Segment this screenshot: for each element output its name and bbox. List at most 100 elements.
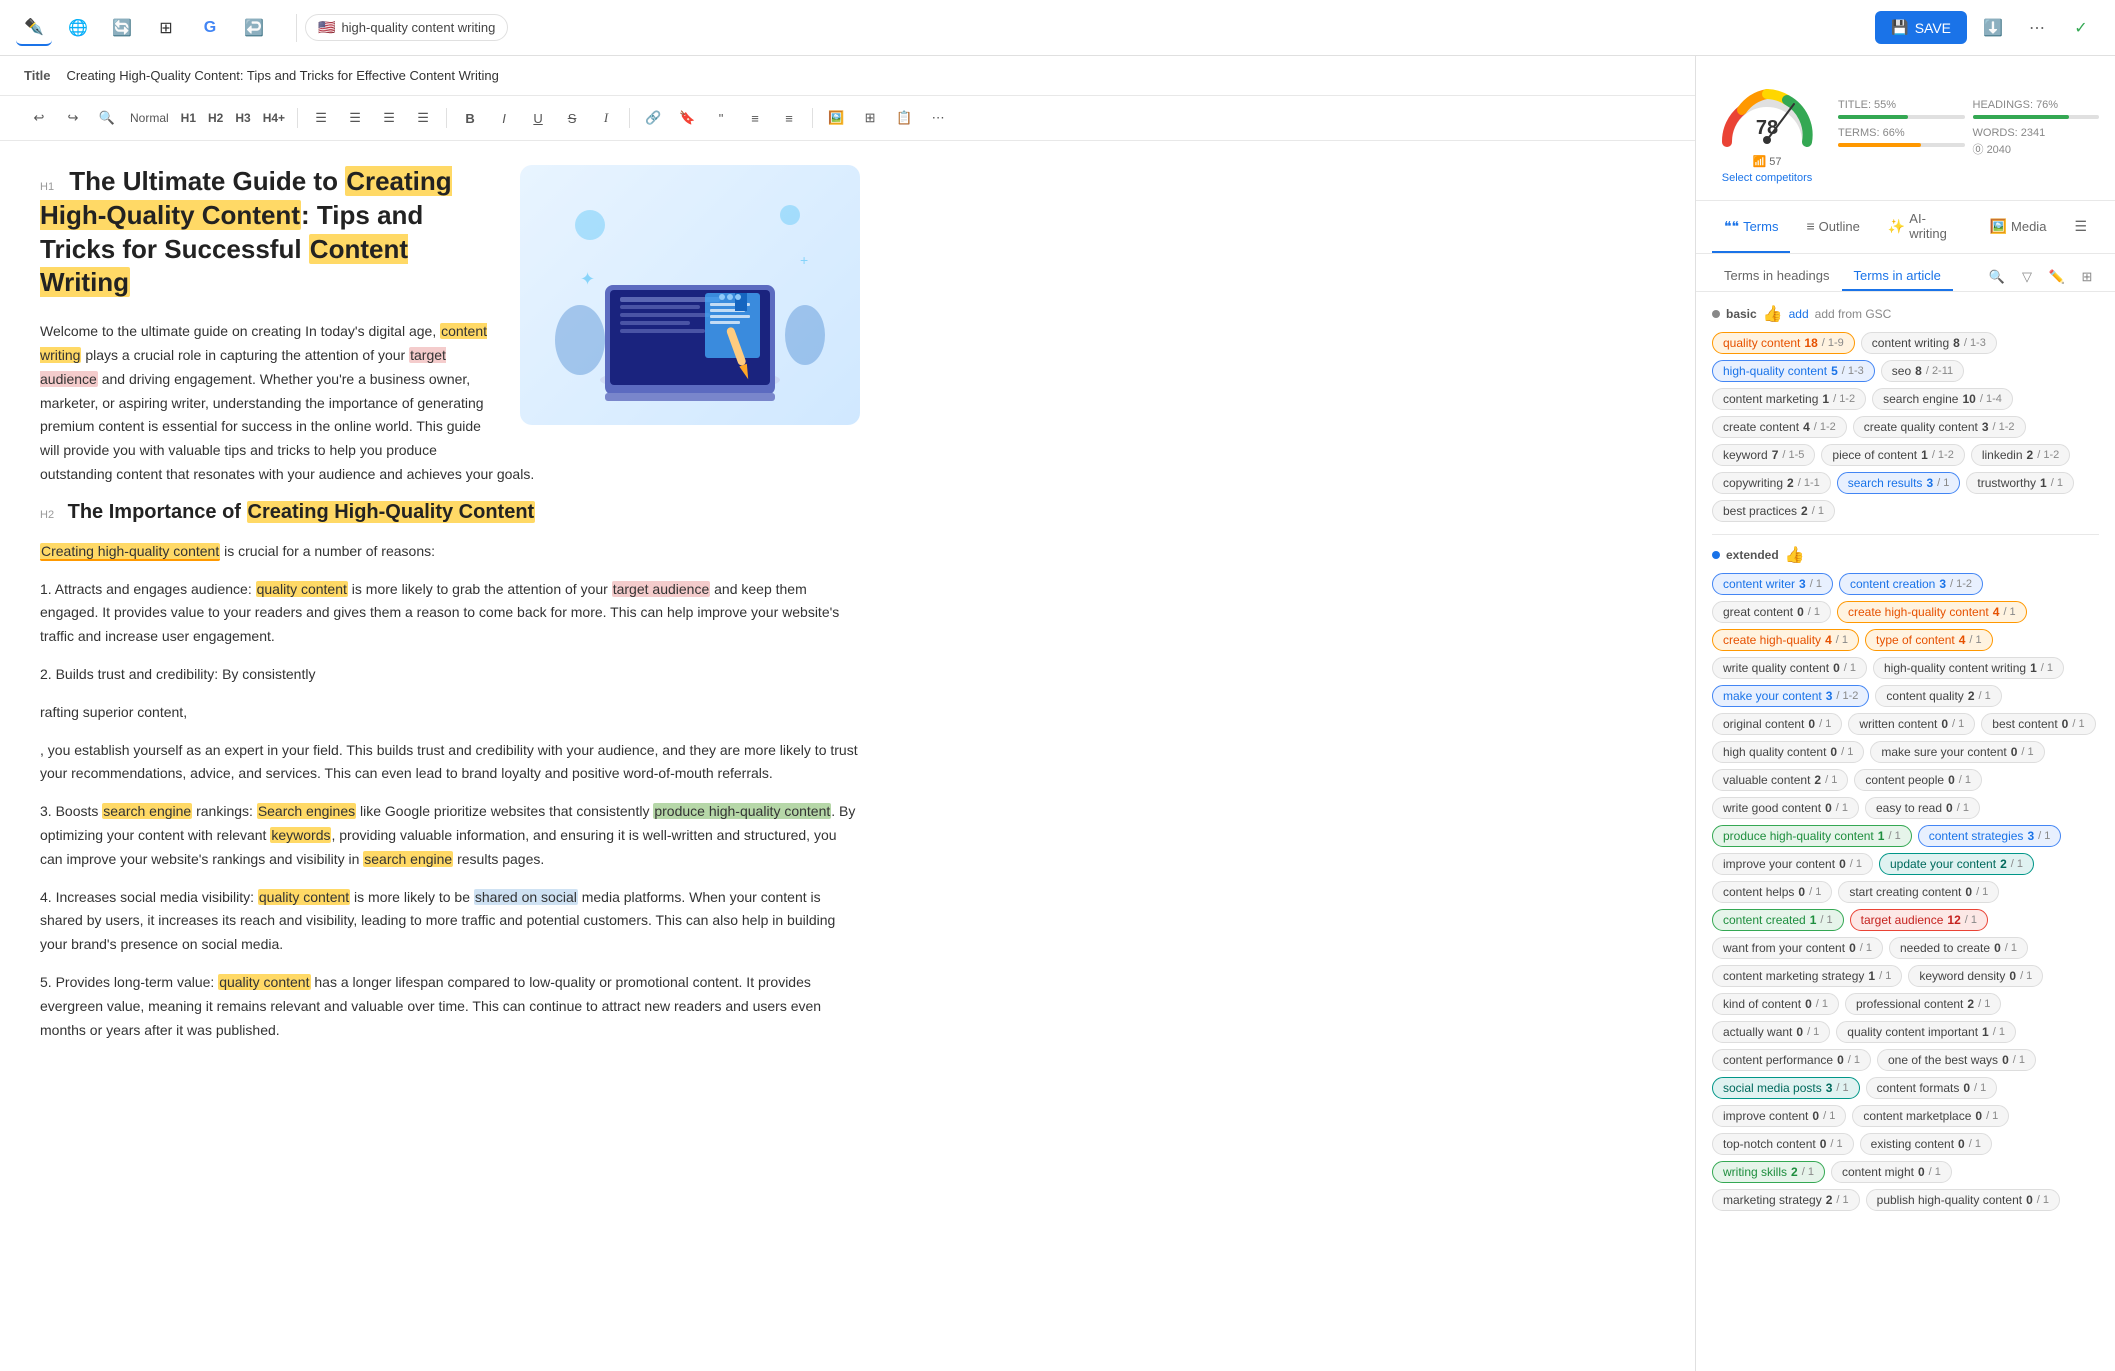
tag-want-from[interactable]: want from your content 0 / 1: [1712, 937, 1883, 959]
google-icon[interactable]: G: [192, 10, 228, 46]
para-4[interactable]: 4. Increases social media visibility: qu…: [40, 886, 860, 957]
h4-btn[interactable]: H4+: [259, 109, 289, 127]
tag-target-audience[interactable]: target audience 12 / 1: [1850, 909, 1988, 931]
tag-content-marketplace[interactable]: content marketplace 0 / 1: [1852, 1105, 2009, 1127]
search-btn[interactable]: 🔍: [92, 104, 122, 132]
tag-hq-writing[interactable]: high-quality content writing 1 / 1: [1873, 657, 2064, 679]
tag-create-hq-content[interactable]: create high-quality content 4 / 1: [1837, 601, 2027, 623]
copy-btn[interactable]: 📋: [889, 104, 919, 132]
para-2[interactable]: 2. Builds trust and credibility: By cons…: [40, 663, 860, 687]
tag-search-engine[interactable]: search engine 10 / 1-4: [1872, 388, 2013, 410]
para-intro[interactable]: Creating high-quality content is crucial…: [40, 540, 860, 564]
para-5[interactable]: 5. Provides long-term value: quality con…: [40, 971, 860, 1042]
tag-cms[interactable]: content marketing strategy 1 / 1: [1712, 965, 1902, 987]
tag-publish-hq[interactable]: publish high-quality content 0 / 1: [1866, 1189, 2060, 1211]
tab-media[interactable]: 🖼️ Media: [1978, 201, 2059, 253]
grid-icon[interactable]: ⊞: [148, 10, 184, 46]
tag-create-quality[interactable]: create quality content 3 / 1-2: [1853, 416, 2026, 438]
tag-update-your[interactable]: update your content 2 / 1: [1879, 853, 2034, 875]
align-center-btn[interactable]: ☰: [340, 104, 370, 132]
search-filter-icon[interactable]: 🔍: [1985, 265, 2009, 289]
tag-qc-important[interactable]: quality content important 1 / 1: [1836, 1021, 2016, 1043]
tag-quality-content[interactable]: quality content 18 / 1-9: [1712, 332, 1855, 354]
justify-btn[interactable]: ☰: [408, 104, 438, 132]
tab-settings[interactable]: ☰: [2062, 201, 2099, 253]
link-btn[interactable]: 🔗: [638, 104, 668, 132]
tag-improve-your[interactable]: improve your content 0 / 1: [1712, 853, 1873, 875]
tag-best-practices[interactable]: best practices 2 / 1: [1712, 500, 1835, 522]
tag-marketing-strategy[interactable]: marketing strategy 2 / 1: [1712, 1189, 1860, 1211]
h2-btn[interactable]: H2: [204, 109, 227, 127]
tag-best-content[interactable]: best content 0 / 1: [1981, 713, 2095, 735]
tag-writing-skills[interactable]: writing skills 2 / 1: [1712, 1161, 1825, 1183]
more-format-btn[interactable]: ⋯: [923, 104, 953, 132]
tag-content-people[interactable]: content people 0 / 1: [1854, 769, 1982, 791]
tag-search-results[interactable]: search results 3 / 1: [1837, 472, 1961, 494]
extended-emoji[interactable]: 👍: [1785, 545, 1805, 565]
align-right-btn[interactable]: ☰: [374, 104, 404, 132]
tag-content-helps[interactable]: content helps 0 / 1: [1712, 881, 1832, 903]
underline-btn[interactable]: U: [523, 104, 553, 132]
tag-social-media-posts[interactable]: social media posts 3 / 1: [1712, 1077, 1860, 1099]
para-2c[interactable]: , you establish yourself as an expert in…: [40, 739, 860, 787]
tag-trustworthy[interactable]: trustworthy 1 / 1: [1966, 472, 2074, 494]
tag-write-quality[interactable]: write quality content 0 / 1: [1712, 657, 1867, 679]
competitors-link[interactable]: Select competitors: [1712, 172, 1822, 184]
tag-great-content[interactable]: great content 0 / 1: [1712, 601, 1831, 623]
save-button[interactable]: 💾 SAVE: [1875, 11, 1967, 44]
image-btn[interactable]: 🖼️: [821, 104, 851, 132]
tag-existing-content[interactable]: existing content 0 / 1: [1860, 1133, 1992, 1155]
history-icon[interactable]: ↩️: [236, 10, 272, 46]
table-btn[interactable]: ⊞: [855, 104, 885, 132]
tag-piece-of-content[interactable]: piece of content 1 / 1-2: [1821, 444, 1964, 466]
tag-make-your-content[interactable]: make your content 3 / 1-2: [1712, 685, 1869, 707]
download-icon[interactable]: ⬇️: [1975, 10, 2011, 46]
add-gsc-link[interactable]: add from GSC: [1815, 307, 1892, 321]
subtab-article[interactable]: Terms in article: [1842, 262, 1953, 291]
subtab-headings[interactable]: Terms in headings: [1712, 262, 1842, 291]
tag-kind-of-content[interactable]: kind of content 0 / 1: [1712, 993, 1839, 1015]
style-select[interactable]: Normal: [126, 109, 173, 127]
columns-icon[interactable]: ⊞: [2075, 265, 2099, 289]
tag-content-writing[interactable]: content writing 8 / 1-3: [1861, 332, 1997, 354]
title-value[interactable]: Creating High-Quality Content: Tips and …: [67, 68, 499, 83]
basic-emoji[interactable]: 👍: [1763, 304, 1783, 324]
tag-content-marketing[interactable]: content marketing 1 / 1-2: [1712, 388, 1866, 410]
tag-content-strategies[interactable]: content strategies 3 / 1: [1918, 825, 2062, 847]
tag-original-content[interactable]: original content 0 / 1: [1712, 713, 1842, 735]
refresh-icon[interactable]: 🔄: [104, 10, 140, 46]
tag-easy-to-read[interactable]: easy to read 0 / 1: [1865, 797, 1980, 819]
numbered-list-btn[interactable]: ≡: [774, 104, 804, 132]
filter-icon[interactable]: ▽: [2015, 265, 2039, 289]
strikethrough-btn[interactable]: S: [557, 104, 587, 132]
tag-seo[interactable]: seo 8 / 2-11: [1881, 360, 1964, 382]
h3-btn[interactable]: H3: [231, 109, 254, 127]
redo-btn[interactable]: ↪: [58, 104, 88, 132]
tag-valuable-content[interactable]: valuable content 2 / 1: [1712, 769, 1848, 791]
tag-kw-density[interactable]: keyword density 0 / 1: [1908, 965, 2043, 987]
tag-type-of-content[interactable]: type of content 4 / 1: [1865, 629, 1993, 651]
tag-start-creating[interactable]: start creating content 0 / 1: [1838, 881, 1999, 903]
edit-icon[interactable]: ✏️: [2045, 265, 2069, 289]
para-2b[interactable]: rafting superior content,: [40, 701, 860, 725]
tab-outline[interactable]: ≡ Outline: [1794, 201, 1871, 253]
tag-content-creation[interactable]: content creation 3 / 1-2: [1839, 573, 1983, 595]
check-icon[interactable]: ✓: [2063, 10, 2099, 46]
tag-content-created[interactable]: content created 1 / 1: [1712, 909, 1844, 931]
tag-create-hq[interactable]: create high-quality 4 / 1: [1712, 629, 1859, 651]
tag-improve-content[interactable]: improve content 0 / 1: [1712, 1105, 1846, 1127]
tag-content-formats[interactable]: content formats 0 / 1: [1866, 1077, 1998, 1099]
tag-create-content[interactable]: create content 4 / 1-2: [1712, 416, 1847, 438]
tag-write-good[interactable]: write good content 0 / 1: [1712, 797, 1859, 819]
tab-terms[interactable]: ❝❝ Terms: [1712, 201, 1790, 253]
globe-icon[interactable]: 🌐: [60, 10, 96, 46]
keyword-pill[interactable]: 🇺🇸 high-quality content writing: [305, 14, 508, 41]
tag-content-perf[interactable]: content performance 0 / 1: [1712, 1049, 1871, 1071]
align-left-btn[interactable]: ☰: [306, 104, 336, 132]
para-1[interactable]: 1. Attracts and engages audience: qualit…: [40, 578, 860, 649]
tag-needed-to-create[interactable]: needed to create 0 / 1: [1889, 937, 2028, 959]
italic-btn[interactable]: I: [489, 104, 519, 132]
tab-ai-writing[interactable]: ✨ AI-writing: [1876, 201, 1974, 253]
bookmark-btn[interactable]: 🔖: [672, 104, 702, 132]
tag-actually-want[interactable]: actually want 0 / 1: [1712, 1021, 1830, 1043]
